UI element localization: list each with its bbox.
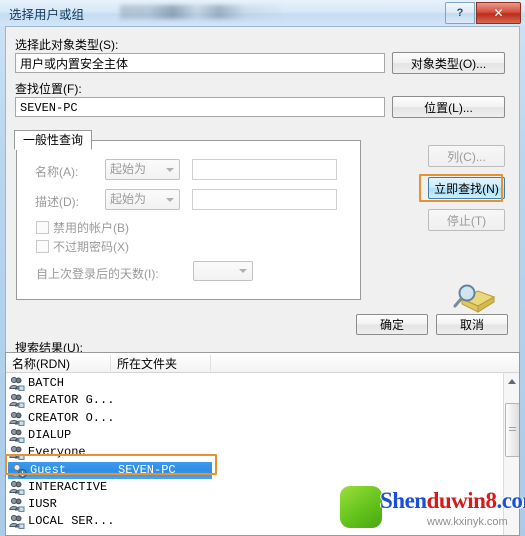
- watermark-text-part2: duwin8: [426, 488, 497, 513]
- object-type-field[interactable]: 用户或内置安全主体: [15, 53, 385, 73]
- table-row[interactable]: CREATOR O...: [6, 410, 503, 427]
- find-now-button[interactable]: 立即查找(N): [428, 177, 505, 199]
- watermark-logo-icon: [340, 486, 382, 528]
- watermark: Shenduwin8.com www.kxinyk.com: [332, 482, 525, 536]
- group-icon: [9, 480, 25, 495]
- watermark-text: Shenduwin8.com: [380, 488, 525, 514]
- group-icon: [9, 376, 25, 391]
- group-icon: [9, 411, 25, 426]
- scrollbar-thumb[interactable]: [505, 403, 519, 457]
- description-label: 描述(D):: [35, 195, 79, 209]
- table-row[interactable]: DIALUP: [6, 427, 503, 444]
- days-since-login-select[interactable]: [193, 261, 253, 281]
- row-name: CREATOR G...: [28, 393, 115, 408]
- object-type-label: 选择此对象类型(S):: [15, 38, 119, 52]
- column-header-name[interactable]: 名称(RDN): [6, 355, 111, 371]
- chevron-down-icon: [166, 197, 174, 202]
- watermark-text-part3: .com: [496, 488, 525, 513]
- location-button[interactable]: 位置(L)...: [392, 96, 505, 118]
- help-button[interactable]: ?: [445, 2, 475, 24]
- close-icon[interactable]: ✕: [476, 2, 521, 24]
- scroll-up-button[interactable]: [504, 373, 519, 389]
- column-header-extra[interactable]: [211, 355, 503, 371]
- disabled-accounts-checkbox[interactable]: [36, 221, 49, 234]
- object-types-button[interactable]: 对象类型(O)...: [392, 52, 505, 74]
- group-icon: [9, 394, 25, 409]
- group-icon: [9, 497, 25, 512]
- row-name: BATCH: [28, 376, 65, 390]
- window-controls: ? ✕: [445, 2, 521, 24]
- cancel-button[interactable]: 取消: [436, 314, 508, 335]
- table-row[interactable]: Everyone: [6, 444, 503, 461]
- description-condition-select[interactable]: 起始为: [105, 189, 180, 210]
- column-header-folder[interactable]: 所在文件夹: [111, 355, 211, 371]
- row-folder: SEVEN-PC: [118, 462, 176, 477]
- search-folder-icon: [453, 284, 496, 313]
- table-row[interactable]: CREATOR G...: [6, 392, 503, 409]
- non-expiring-password-checkbox[interactable]: [36, 240, 49, 253]
- row-name: Guest: [30, 462, 67, 477]
- description-input[interactable]: [192, 189, 337, 210]
- disabled-accounts-label: 禁用的帐户(B): [53, 221, 129, 235]
- blurred-title-overlay: [120, 5, 280, 19]
- watermark-subtext: www.kxinyk.com: [427, 516, 508, 528]
- columns-button[interactable]: 列(C)...: [428, 145, 505, 167]
- row-name: INTERACTIVE: [28, 479, 108, 494]
- group-icon: [9, 515, 25, 530]
- window-title: 选择用户或组: [9, 8, 85, 22]
- name-condition-value: 起始为: [110, 162, 147, 176]
- row-name: LOCAL SER...: [28, 514, 115, 529]
- ok-button[interactable]: 确定: [356, 314, 428, 335]
- general-query-panel: 名称(A): 起始为 描述(D): 起始为 禁用的帐户(B) 不过期密码(X) …: [16, 140, 361, 300]
- name-label: 名称(A):: [35, 165, 79, 179]
- chevron-down-icon: [166, 167, 174, 172]
- results-column-header: 名称(RDN) 所在文件夹: [6, 353, 519, 373]
- non-expiring-password-label: 不过期密码(X): [53, 240, 129, 254]
- row-name: DIALUP: [28, 427, 72, 442]
- grip-icon: [509, 427, 516, 433]
- title-bar[interactable]: 选择用户或组 ? ✕: [0, 0, 525, 26]
- select-users-or-groups-dialog: 选择用户或组 ? ✕ 选择此对象类型(S): 用户或内置安全主体 对象类型(O)…: [0, 0, 525, 536]
- chevron-up-icon: [507, 378, 516, 384]
- tab-general-query[interactable]: 一般性查询: [14, 130, 93, 150]
- row-name: CREATOR O...: [28, 410, 115, 425]
- name-condition-select[interactable]: 起始为: [105, 159, 180, 180]
- days-since-login-label: 自上次登录后的天数(I):: [36, 267, 159, 281]
- location-field[interactable]: SEVEN-PC: [15, 97, 385, 117]
- row-name: IUSR: [28, 497, 57, 512]
- watermark-text-part1: Shen: [380, 488, 427, 513]
- name-input[interactable]: [192, 159, 337, 180]
- table-row[interactable]: Guest SEVEN-PC: [8, 461, 212, 479]
- description-condition-value: 起始为: [110, 192, 147, 206]
- table-row[interactable]: BATCH: [6, 375, 503, 392]
- group-icon: [9, 428, 25, 443]
- location-label: 查找位置(F):: [15, 82, 82, 96]
- row-name: Everyone: [28, 445, 86, 460]
- group-icon: [9, 446, 25, 461]
- chevron-down-icon: [239, 269, 247, 273]
- stop-button[interactable]: 停止(T): [428, 209, 505, 231]
- user-icon: [11, 463, 27, 478]
